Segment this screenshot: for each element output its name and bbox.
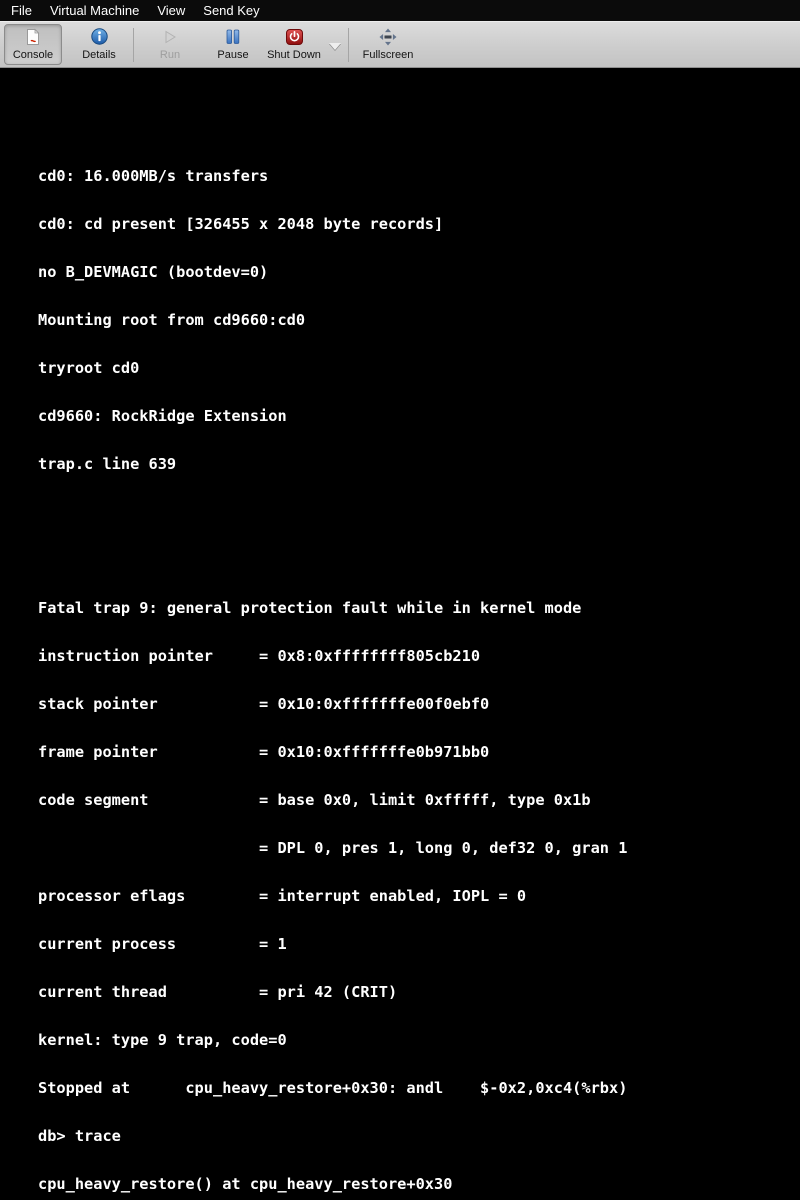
console-line [38, 504, 627, 520]
console-output: cd0: 16.000MB/s transfers cd0: cd presen… [38, 136, 627, 1200]
pause-button-label: Pause [217, 49, 248, 61]
console-line: cd0: 16.000MB/s transfers [38, 168, 627, 184]
details-button[interactable]: Details [68, 24, 130, 65]
console-line: current thread = pri 42 (CRIT) [38, 984, 627, 1000]
toolbar-separator [133, 28, 134, 62]
console-line: = DPL 0, pres 1, long 0, def32 0, gran 1 [38, 840, 627, 856]
console-line: kernel: type 9 trap, code=0 [38, 1032, 627, 1048]
shut-down-button[interactable]: Shut Down [263, 24, 325, 65]
console-button[interactable]: Console [4, 24, 62, 65]
toolbar-separator [348, 28, 349, 62]
console-line: instruction pointer = 0x8:0xffffffff805c… [38, 648, 627, 664]
menu-item-view[interactable]: View [148, 0, 194, 21]
menu-item-file[interactable]: File [2, 0, 41, 21]
console-line: cpu_heavy_restore() at cpu_heavy_restore… [38, 1176, 627, 1192]
console-document-icon [25, 27, 41, 46]
chevron-down-icon [329, 43, 341, 50]
info-icon [91, 27, 108, 46]
console-line: processor eflags = interrupt enabled, IO… [38, 888, 627, 904]
console-line: Stopped at cpu_heavy_restore+0x30: andl … [38, 1080, 627, 1096]
console-line: no B_DEVMAGIC (bootdev=0) [38, 264, 627, 280]
toolbar: Console Details [0, 21, 800, 68]
shut-down-dropdown-toggle[interactable] [325, 24, 345, 65]
console-line: cd0: cd present [326455 x 2048 byte reco… [38, 216, 627, 232]
run-button[interactable]: Run [137, 24, 203, 65]
menu-item-send-key[interactable]: Send Key [194, 0, 268, 21]
fullscreen-button-label: Fullscreen [363, 49, 414, 61]
console-line: db> trace [38, 1128, 627, 1144]
console-button-label: Console [13, 49, 53, 61]
fullscreen-arrows-icon [379, 27, 397, 46]
console-line: tryroot cd0 [38, 360, 627, 376]
play-icon [162, 27, 178, 46]
vm-viewer-window: File Virtual Machine View Send Key Conso… [0, 0, 800, 600]
console-line: code segment = base 0x0, limit 0xfffff, … [38, 792, 627, 808]
console-line: frame pointer = 0x10:0xfffffffe0b971bb0 [38, 744, 627, 760]
menu-bar: File Virtual Machine View Send Key [0, 0, 800, 21]
console-line: cd9660: RockRidge Extension [38, 408, 627, 424]
power-icon [286, 27, 303, 46]
fullscreen-button[interactable]: Fullscreen [352, 24, 424, 65]
console-line: Fatal trap 9: general protection fault w… [38, 600, 627, 616]
details-button-label: Details [82, 49, 116, 61]
console-line: stack pointer = 0x10:0xfffffffe00f0ebf0 [38, 696, 627, 712]
pause-icon [226, 27, 240, 46]
console-line: current process = 1 [38, 936, 627, 952]
console-line: Mounting root from cd9660:cd0 [38, 312, 627, 328]
menu-item-virtual-machine[interactable]: Virtual Machine [41, 0, 148, 21]
console-line [38, 552, 627, 568]
shut-down-button-label: Shut Down [267, 49, 321, 61]
vm-console-screen[interactable]: cd0: 16.000MB/s transfers cd0: cd presen… [0, 68, 800, 600]
run-button-label: Run [160, 49, 180, 61]
console-line: trap.c line 639 [38, 456, 627, 472]
pause-button[interactable]: Pause [205, 24, 261, 65]
